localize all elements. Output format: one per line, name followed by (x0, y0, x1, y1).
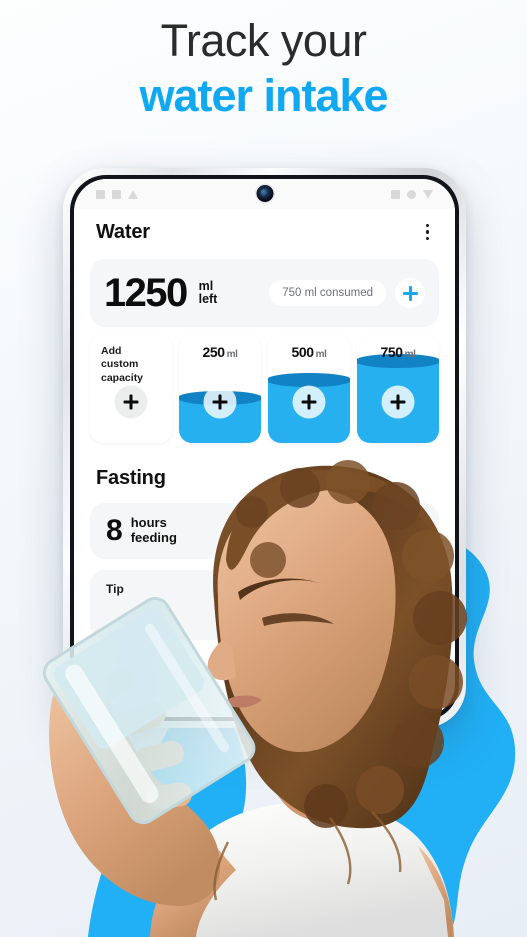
woman-right-arm (418, 846, 454, 937)
fasting-window-card[interactable]: 8 hours feeding (90, 503, 439, 559)
square-icon (391, 189, 400, 199)
fasting-section-title: Fasting (96, 467, 166, 489)
woman-neck (268, 744, 380, 823)
headline-line-2: water intake (139, 70, 388, 122)
water-remaining-amount: 1250 (104, 271, 188, 315)
tile-add-custom-capacity[interactable]: Add custom capacity (90, 335, 172, 443)
plus-icon (212, 394, 228, 410)
headline: Track your water intake (0, 14, 527, 123)
tile-500ml-unit: ml (315, 349, 327, 360)
tip-card-label: Tip (106, 582, 124, 596)
plus-icon (390, 394, 406, 410)
tile-500ml-amount: 500 (291, 344, 314, 360)
tile-250ml-unit: ml (226, 349, 238, 360)
square-icon (112, 189, 121, 199)
fasting-hours-line-1: hours (130, 515, 167, 531)
fasting-hours-label: hours feeding (131, 516, 177, 545)
tile-750ml[interactable]: 750 ml (357, 335, 439, 443)
tile-750ml-amount: 750 (380, 344, 403, 360)
headline-line-1: Track your (160, 15, 367, 66)
triangle-up-icon (128, 189, 138, 199)
page-title: Water (96, 220, 150, 243)
kebab-dot (425, 230, 429, 234)
tile-custom-label: Add custom capacity (101, 345, 143, 385)
tip-card[interactable]: Tip (90, 570, 439, 640)
add-water-button[interactable] (395, 278, 425, 308)
phone-bezel: Water 1250 ml left 750 ml consumed Add c… (70, 175, 459, 721)
tile-250ml-amount: 250 (202, 344, 225, 360)
tile-750ml-label: 750 ml (357, 344, 439, 360)
kebab-menu-icon[interactable] (422, 220, 433, 244)
add-750ml-button[interactable] (381, 385, 415, 419)
capacity-tiles: Add custom capacity 250 ml 500 ml 750 ml (74, 327, 455, 443)
phone-screen: Water 1250 ml left 750 ml consumed Add c… (74, 179, 455, 717)
tile-250ml[interactable]: 250 ml (179, 335, 261, 443)
status-bar-right-icons (391, 189, 433, 199)
plus-icon (123, 394, 139, 410)
triangle-down-icon (423, 189, 433, 199)
fasting-hours-line-2: feeding (130, 530, 177, 545)
custom-label-line-2: custom (101, 358, 139, 371)
custom-label-line-3: capacity (101, 371, 144, 384)
status-bar-left-icons (96, 189, 138, 199)
front-camera-icon (256, 185, 273, 202)
water-remaining-unit: ml left (198, 279, 218, 306)
fasting-hours-number: 8 (106, 514, 123, 547)
woman-shirt (150, 801, 454, 937)
tile-500ml-label: 500 ml (268, 344, 350, 360)
custom-label-line-1: Add (101, 345, 122, 357)
tile-750ml-unit: ml (404, 349, 416, 360)
phone-mockup: Water 1250 ml left 750 ml consumed Add c… (63, 168, 466, 728)
add-custom-capacity-button[interactable] (114, 385, 148, 419)
woman-left-arm (150, 842, 236, 937)
circle-icon (407, 189, 416, 199)
unit-left: left (198, 292, 218, 306)
add-250ml-button[interactable] (203, 385, 237, 419)
app-header: Water (74, 209, 455, 255)
tile-500ml[interactable]: 500 ml (268, 335, 350, 443)
tile-250ml-label: 250 ml (179, 344, 261, 360)
kebab-dot (425, 223, 429, 228)
kebab-dot (425, 236, 429, 241)
water-summary-card: 1250 ml left 750 ml consumed (90, 259, 439, 327)
plus-icon (402, 285, 418, 301)
status-bar (74, 179, 455, 209)
plus-icon (301, 394, 317, 410)
consumed-badge: 750 ml consumed (269, 280, 386, 306)
add-500ml-button[interactable] (292, 385, 326, 419)
woman-hair-strands (213, 811, 402, 901)
square-icon (96, 189, 105, 199)
